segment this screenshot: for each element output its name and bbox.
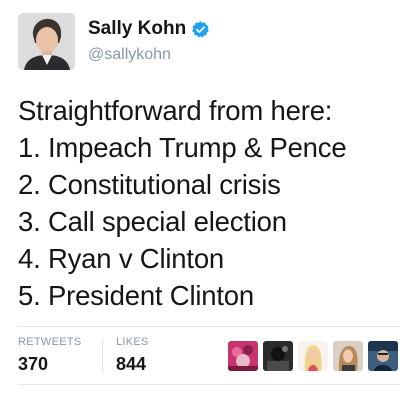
retweets-stat[interactable]: RETWEETS 370 [18,336,82,375]
retweets-label: RETWEETS [18,336,82,348]
likes-label: LIKES [116,336,149,348]
liker-avatar-4[interactable] [333,341,363,371]
tweet-card: Sally Kohn @sallykohn Straightforward fr… [0,0,400,401]
likes-count[interactable]: 844 [116,353,149,375]
liker-avatar-icon [228,341,258,371]
tweet-text-line: 3. Call special election [18,206,287,237]
liker-avatar-icon [368,341,398,371]
stats-divider-bottom [18,384,400,385]
author-display-name[interactable]: Sally Kohn [88,18,186,40]
liker-avatar-5[interactable] [368,341,398,371]
liker-avatar-icon [263,341,293,371]
liker-avatar-icon [333,341,363,371]
author-handle[interactable]: @sallykohn [88,46,171,64]
tweet-text-line: Straightforward from here: [18,95,333,126]
profile-photo-icon [18,13,75,70]
tweet-text-line: 1. Impeach Trump & Pence [18,132,347,163]
liker-avatar-3[interactable] [298,341,328,371]
liker-avatar-1[interactable] [228,341,258,371]
liker-avatar-2[interactable] [263,341,293,371]
retweets-count[interactable]: 370 [18,353,82,375]
liker-avatar-icon [298,341,328,371]
tweet-text-line: 2. Constitutional crisis [18,169,281,200]
liker-avatars [228,341,400,371]
stats-divider-top [18,326,400,327]
tweet-text: Straightforward from here: 1. Impeach Tr… [18,92,398,314]
tweet-text-line: 5. President Clinton [18,280,254,311]
stats-separator [102,338,103,374]
author-name-row[interactable]: Sally Kohn [88,18,210,40]
tweet-text-line: 4. Ryan v Clinton [18,243,225,274]
author-avatar[interactable] [18,13,75,70]
verified-badge-icon [191,20,210,39]
likes-stat[interactable]: LIKES 844 [116,336,149,375]
